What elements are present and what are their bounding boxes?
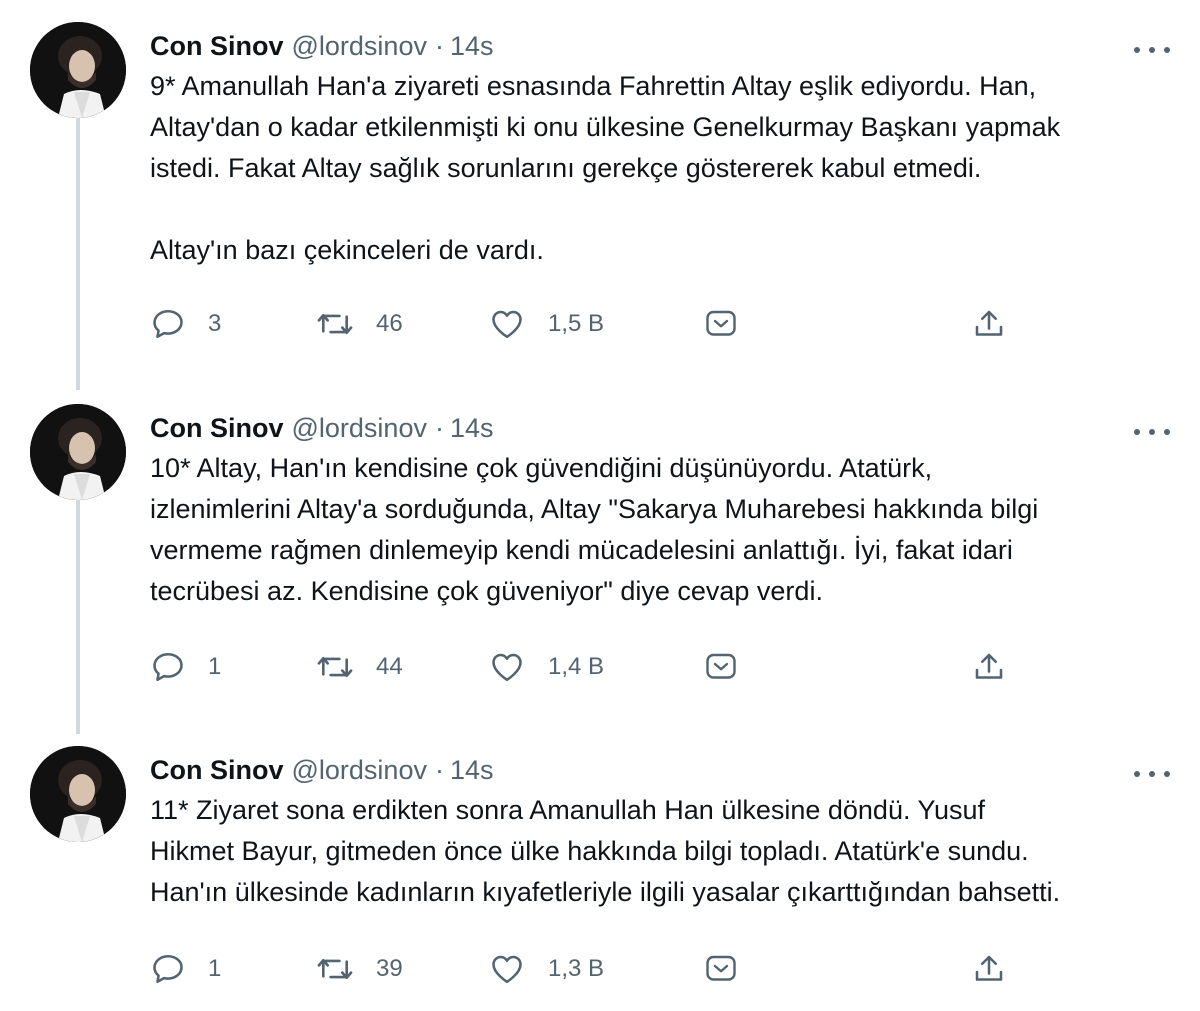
like-button[interactable]: 1,4 B: [488, 647, 604, 687]
tweet-text-line: izlenimlerini Altay'a sorduğunda, Altay …: [150, 494, 1039, 524]
like-button[interactable]: 1,3 B: [488, 949, 604, 989]
share-icon: [970, 649, 1008, 685]
tweet[interactable]: Con Sinov @lordsinov · 14s 10* Altay, Ha…: [0, 404, 1200, 704]
author-name[interactable]: Con Sinov: [150, 752, 284, 788]
tweet[interactable]: Con Sinov @lordsinov · 14s 11* Ziyaret s…: [0, 746, 1200, 1006]
reply-button[interactable]: 1: [150, 647, 221, 687]
like-icon: [488, 649, 526, 685]
separator-dot: ·: [434, 31, 444, 61]
tweet-text-line: Altay'dan o kadar etkilenmişti ki onu ül…: [150, 112, 1061, 142]
action-bar: 3 46 1,5 B: [150, 304, 1190, 344]
tip-button[interactable]: [702, 949, 740, 989]
timestamp[interactable]: 14s: [450, 410, 494, 446]
tweet-text-line: Hikmet Bayur, gitmeden önce ülke hakkınd…: [150, 836, 1029, 866]
share-button[interactable]: [970, 304, 1008, 344]
author-name[interactable]: Con Sinov: [150, 28, 284, 64]
more-icon[interactable]: [1134, 44, 1170, 56]
tip-button[interactable]: [702, 647, 740, 687]
like-icon: [488, 306, 526, 342]
retweet-icon: [316, 649, 354, 685]
reply-icon: [150, 951, 186, 987]
author-name[interactable]: Con Sinov: [150, 410, 284, 446]
avatar[interactable]: [30, 22, 126, 118]
reply-count: 3: [208, 310, 222, 337]
tweet-text-line: tecrübesi az. Kendisine çok güveniyor" d…: [150, 576, 823, 606]
like-button[interactable]: 1,5 B: [488, 304, 604, 344]
like-icon: [488, 951, 526, 987]
more-icon[interactable]: [1134, 426, 1170, 438]
action-bar: 1 44 1,4 B: [150, 647, 1190, 687]
tweet-text: 10* Altay, Han'ın kendisine çok güvendiğ…: [150, 448, 1180, 612]
tweet-text-line: Han'ın ülkesinde kadınların kıyafetleriy…: [150, 877, 1061, 907]
tweet-header: Con Sinov @lordsinov · 14s: [150, 28, 494, 64]
share-button[interactable]: [970, 647, 1008, 687]
share-button[interactable]: [970, 949, 1008, 989]
author-handle[interactable]: @lordsinov: [292, 410, 427, 446]
avatar[interactable]: [30, 404, 126, 500]
tweet-text-line: 9* Amanullah Han'a ziyareti esnasında Fa…: [150, 71, 1037, 101]
tip-icon: [702, 649, 740, 685]
reply-count: 1: [208, 653, 222, 680]
tip-icon: [702, 306, 740, 342]
action-bar: 1 39 1,3 B: [150, 949, 1190, 989]
tweet-text-line: vermeme rağmen dinlemeyip kendi mücadele…: [150, 535, 1013, 565]
retweet-count: 46: [376, 310, 403, 337]
retweet-button[interactable]: 39: [316, 949, 403, 989]
author-handle[interactable]: @lordsinov: [292, 752, 427, 788]
like-count: 1,3 B: [548, 955, 605, 982]
reply-count: 1: [208, 955, 222, 982]
more-icon[interactable]: [1134, 768, 1170, 780]
tweet-text-line: istedi. Fakat Altay sağlık sorunlarını g…: [150, 153, 982, 183]
retweet-count: 39: [376, 955, 403, 982]
retweet-icon: [316, 951, 354, 987]
reply-button[interactable]: 1: [150, 949, 221, 989]
tip-button[interactable]: [702, 304, 740, 344]
timestamp[interactable]: 14s: [450, 28, 494, 64]
tweet-text: 11* Ziyaret sona erdikten sonra Amanulla…: [150, 790, 1180, 913]
retweet-button[interactable]: 44: [316, 647, 403, 687]
tweet-text-line: Altay'ın bazı çekinceleri de vardı.: [150, 235, 544, 265]
author-handle[interactable]: @lordsinov: [292, 28, 427, 64]
tweet[interactable]: Con Sinov @lordsinov · 14s 9* Amanullah …: [0, 22, 1200, 362]
separator-dot: ·: [434, 413, 444, 443]
tip-icon: [702, 951, 740, 987]
retweet-count: 44: [376, 653, 403, 680]
tweet-text-line: 11* Ziyaret sona erdikten sonra Amanulla…: [150, 795, 986, 825]
tweet-header: Con Sinov @lordsinov · 14s: [150, 410, 494, 446]
like-count: 1,4 B: [548, 653, 605, 680]
avatar[interactable]: [30, 746, 126, 842]
reply-icon: [150, 306, 186, 342]
share-icon: [970, 306, 1008, 342]
separator-dot: ·: [434, 755, 444, 785]
tweet-header: Con Sinov @lordsinov · 14s: [150, 752, 494, 788]
timestamp[interactable]: 14s: [450, 752, 494, 788]
retweet-icon: [316, 306, 354, 342]
tweet-text: 9* Amanullah Han'a ziyareti esnasında Fa…: [150, 66, 1180, 271]
share-icon: [970, 951, 1008, 987]
retweet-button[interactable]: 46: [316, 304, 403, 344]
like-count: 1,5 B: [548, 310, 605, 337]
reply-button[interactable]: 3: [150, 304, 221, 344]
reply-icon: [150, 649, 186, 685]
tweet-text-line: 10* Altay, Han'ın kendisine çok güvendiğ…: [150, 453, 933, 483]
